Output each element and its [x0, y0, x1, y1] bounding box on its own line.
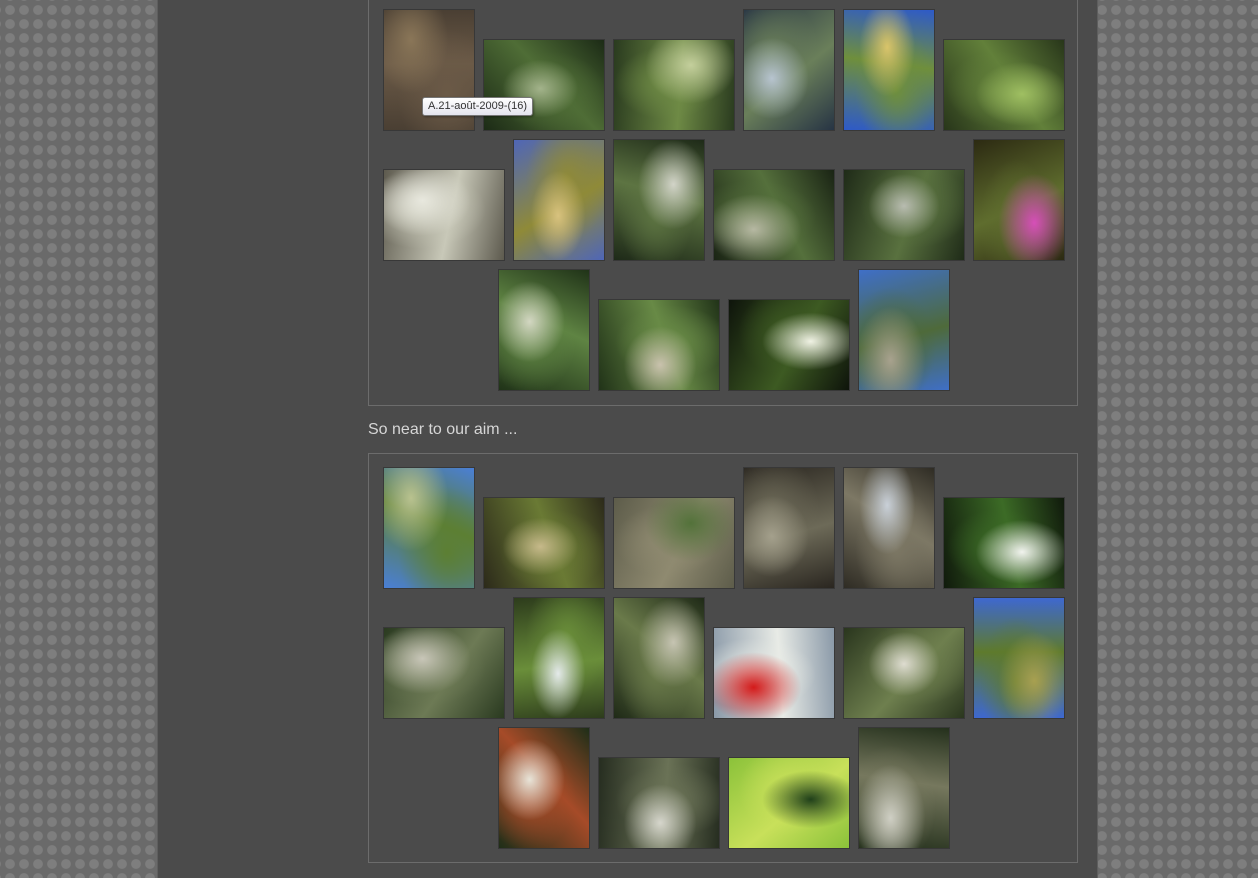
gallery-caption: So near to our aim ...: [368, 421, 518, 438]
photo-thumbnail-signpost[interactable]: [499, 728, 589, 848]
photo-thumbnail-forest-trail[interactable]: [714, 170, 834, 260]
photo-thumbnail-fence-path[interactable]: [744, 468, 834, 588]
photo-thumbnail-group-hikers[interactable]: [844, 170, 964, 260]
photo-thumbnail-white-flower[interactable]: [729, 300, 849, 390]
photo-thumbnail-forest-rocks[interactable]: [614, 598, 704, 718]
photo-thumbnail-gorge-hiker[interactable]: [484, 498, 604, 588]
photo-thumbnail-forest-path[interactable]: [484, 40, 604, 130]
photo-thumbnail-resting-hiker[interactable]: [499, 270, 589, 390]
photo-thumbnail-valley-path[interactable]: [514, 140, 604, 260]
photo-thumbnail-mountain-valley[interactable]: [859, 270, 949, 390]
photo-thumbnail-rocky-stream[interactable]: [859, 728, 949, 848]
photo-thumbnail-grass[interactable]: [944, 40, 1064, 130]
photo-gallery-1: [368, 0, 1078, 406]
photo-thumbnail-bridge-group[interactable]: [844, 628, 964, 718]
photo-thumbnail-river-bridge[interactable]: [384, 628, 504, 718]
photo-gallery-2: [368, 453, 1078, 863]
photo-thumbnail-mountain-sky[interactable]: [844, 10, 934, 130]
photo-thumbnail-white-flowers[interactable]: [944, 498, 1064, 588]
photo-tooltip: A.21-août-2009-(16): [422, 97, 534, 116]
photo-thumbnail-hiker-slope[interactable]: [384, 468, 474, 588]
photo-thumbnail-waterfall[interactable]: [514, 598, 604, 718]
photo-thumbnail-rock-slope[interactable]: [614, 498, 734, 588]
photo-thumbnail-pink-thistle[interactable]: [974, 140, 1064, 260]
photo-thumbnail-shadow-path[interactable]: [614, 140, 704, 260]
photo-thumbnail-waterfall-rock[interactable]: [844, 468, 934, 588]
photo-thumbnail-map-detail[interactable]: [714, 628, 834, 718]
photo-thumbnail-hiker-bench[interactable]: [599, 300, 719, 390]
photo-thumbnail-hikers-back[interactable]: [599, 758, 719, 848]
photo-thumbnail-park-sign[interactable]: [729, 758, 849, 848]
photo-thumbnail-stream-rock[interactable]: [744, 10, 834, 130]
photo-thumbnail-map-sign[interactable]: [384, 170, 504, 260]
photo-thumbnail-cliff-sky[interactable]: [974, 598, 1064, 718]
photo-thumbnail-hiker-forest[interactable]: [614, 40, 734, 130]
